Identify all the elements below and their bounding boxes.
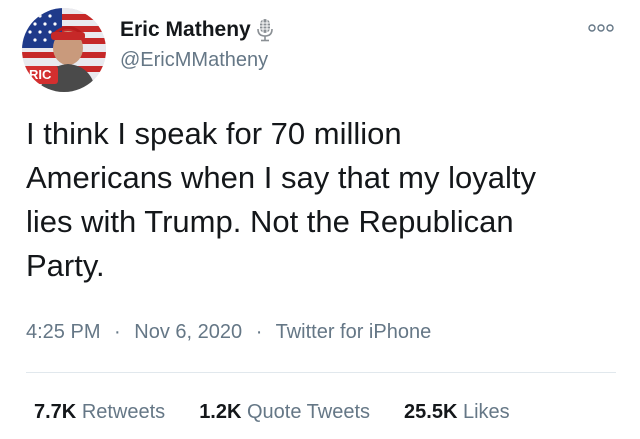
likes-stat[interactable]: 25.5K Likes (404, 398, 510, 426)
microphone-icon (256, 19, 273, 42)
retweets-count: 7.7K (34, 401, 77, 423)
tweet-card: RIC Eric Matheny @EricMMatheny I think I… (0, 0, 640, 439)
quote-tweets-label: Quote Tweets (247, 401, 371, 423)
likes-label: Likes (462, 401, 510, 423)
quote-tweets-stat[interactable]: 1.2K Quote Tweets (199, 398, 370, 426)
tweet-source-link[interactable]: Twitter for iPhone (276, 321, 432, 343)
meta-separator: · (114, 321, 121, 343)
display-name[interactable]: Eric Matheny (120, 16, 275, 44)
likes-count: 25.5K (404, 401, 458, 423)
retweets-label: Retweets (81, 401, 166, 423)
tweet-time[interactable]: 4:25 PM (26, 321, 100, 343)
user-handle[interactable]: @EricMMatheny (120, 47, 268, 73)
avatar-badge-text: RIC (29, 67, 52, 82)
quote-tweets-count: 1.2K (199, 401, 242, 423)
divider (26, 372, 616, 373)
tweet-text: I think I speak for 70 million Americans… (26, 116, 536, 283)
avatar[interactable]: RIC (22, 8, 106, 92)
tweet-date[interactable]: Nov 6, 2020 (134, 321, 242, 343)
tweet-meta: 4:25 PM · Nov 6, 2020 · Twitter for iPho… (26, 318, 431, 346)
display-name-text[interactable]: Eric Matheny (120, 16, 251, 44)
retweets-stat[interactable]: 7.7K Retweets (34, 398, 165, 426)
more-options-icon[interactable] (588, 22, 614, 34)
engagement-stats: 7.7K Retweets 1.2K Quote Tweets 25.5K Li… (34, 398, 544, 426)
meta-separator: · (255, 321, 263, 343)
